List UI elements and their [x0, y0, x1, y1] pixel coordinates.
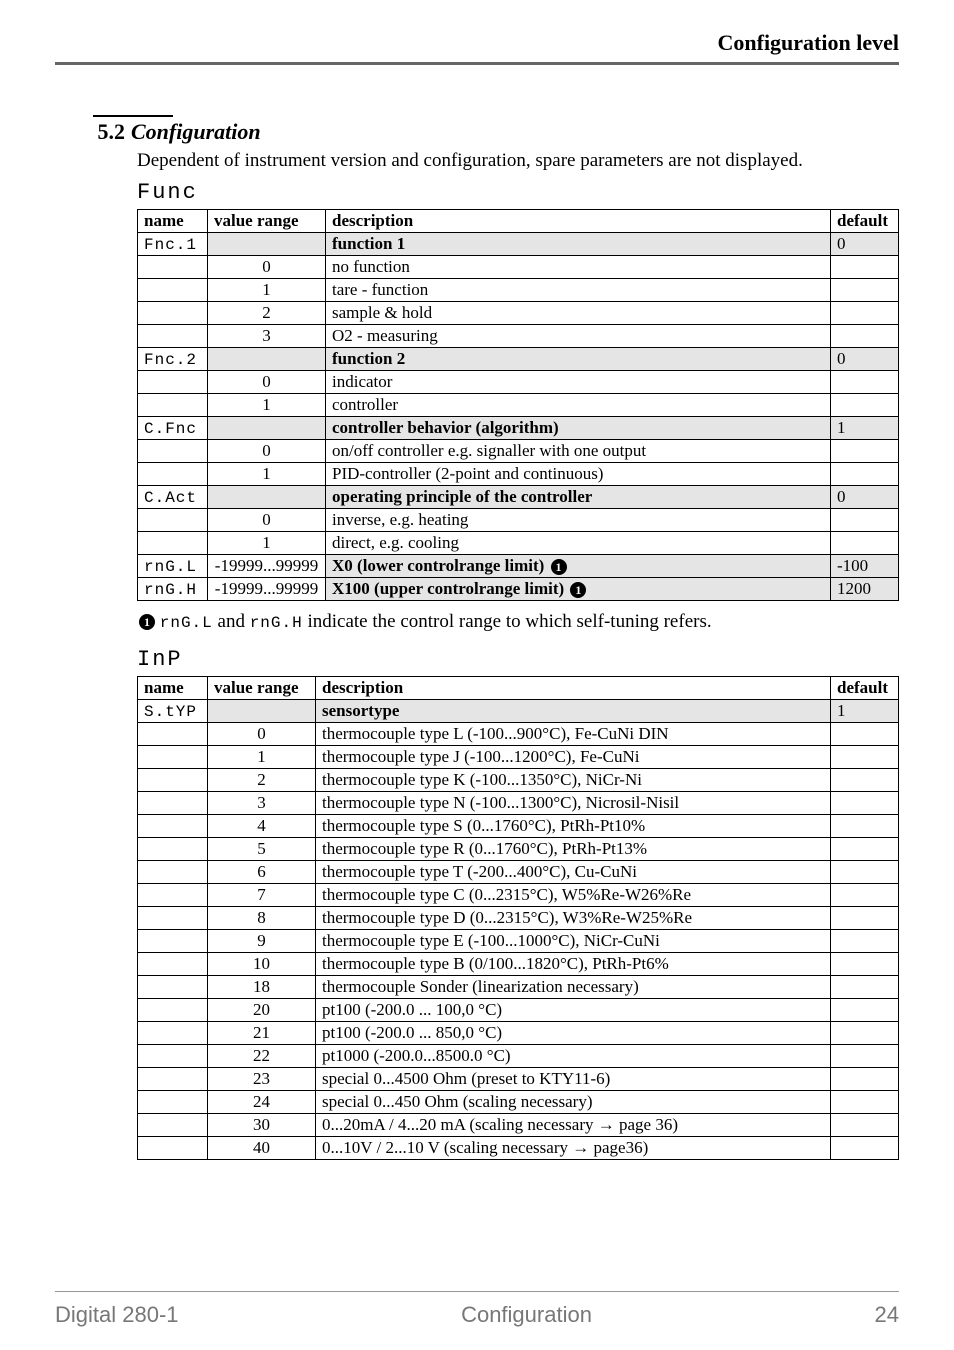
section-lead: Dependent of instrument version and conf…: [137, 149, 899, 174]
table-row: 300...20mA / 4...20 mA (scaling necessar…: [138, 1113, 899, 1136]
badge-icon: 1: [570, 582, 586, 598]
single-row: rnG.L-19999...99999X0 (lower controlrang…: [138, 554, 899, 577]
table-row: 21pt100 (-200.0 ... 850,0 °C): [138, 1021, 899, 1044]
table-row: 4thermocouple type S (0...1760°C), PtRh-…: [138, 814, 899, 837]
inp-label: InP: [137, 647, 899, 672]
table-row: 2thermocouple type K (-100...1350°C), Ni…: [138, 768, 899, 791]
table-row: 9thermocouple type E (-100...1000°C), Ni…: [138, 929, 899, 952]
table-row: 1PID-controller (2-point and continuous): [138, 462, 899, 485]
group-title-row: C.Actoperating principle of the controll…: [138, 485, 899, 508]
single-row: rnG.H-19999...99999X100 (upper controlra…: [138, 577, 899, 600]
table-row: 18thermocouple Sonder (linearization nec…: [138, 975, 899, 998]
table-row: 0thermocouple type L (-100...900°C), Fe-…: [138, 722, 899, 745]
group-title-row: Fnc.2function 20: [138, 347, 899, 370]
table-header-row: namevalue rangedescriptiondefault: [138, 676, 899, 699]
footer-center: Configuration: [461, 1302, 592, 1328]
func-label: Func: [137, 180, 899, 205]
table-row: 24special 0...450 Ohm (scaling necessary…: [138, 1090, 899, 1113]
table-row: 2sample & hold: [138, 301, 899, 324]
group-title-row: C.Fnccontroller behavior (algorithm)1: [138, 416, 899, 439]
table-row: 0no function: [138, 255, 899, 278]
badge-icon: 1: [551, 559, 567, 575]
table-row: 1tare - function: [138, 278, 899, 301]
table-row: 6thermocouple type T (-200...400°C), Cu-…: [138, 860, 899, 883]
func-table: namevalue rangedescriptiondefaultFnc.1fu…: [137, 209, 899, 601]
table-row: 22pt1000 (-200.0...8500.0 °C): [138, 1044, 899, 1067]
table-row: 20pt100 (-200.0 ... 100,0 °C): [138, 998, 899, 1021]
page-footer: Digital 280-1 Configuration 24: [55, 1291, 899, 1328]
table-row: 400...10V / 2...10 V (scaling necessary …: [138, 1136, 899, 1159]
note-tail: indicate the control range to which self…: [303, 611, 712, 632]
table-row: 3thermocouple type N (-100...1300°C), Ni…: [138, 791, 899, 814]
table-row: 5thermocouple type R (0...1760°C), PtRh-…: [138, 837, 899, 860]
section-rule: [93, 115, 173, 117]
table-row: 8thermocouple type D (0...2315°C), W3%Re…: [138, 906, 899, 929]
note-line: 1 rnG.L and rnG.H indicate the control r…: [137, 611, 899, 633]
table-row: 7thermocouple type C (0...2315°C), W5%Re…: [138, 883, 899, 906]
table-header-row: namevalue rangedescriptiondefault: [138, 209, 899, 232]
table-row: 10thermocouple type B (0/100...1820°C), …: [138, 952, 899, 975]
group-title-row: S.tYPsensortype1: [138, 699, 899, 722]
table-row: 0on/off controller e.g. signaller with o…: [138, 439, 899, 462]
page-header: Configuration level: [55, 30, 899, 65]
section-number: 5.2: [55, 119, 131, 145]
table-row: 1thermocouple type J (-100...1200°C), Fe…: [138, 745, 899, 768]
group-title-row: Fnc.1function 10: [138, 232, 899, 255]
footer-left: Digital 280-1: [55, 1302, 179, 1328]
note-badge-icon: 1: [139, 614, 155, 630]
inp-table: namevalue rangedescriptiondefaultS.tYPse…: [137, 676, 899, 1160]
table-row: 23special 0...4500 Ohm (preset to KTY11-…: [138, 1067, 899, 1090]
note-seg2: rnG.H: [250, 614, 303, 632]
note-mid: and: [213, 611, 250, 632]
table-row: 0inverse, e.g. heating: [138, 508, 899, 531]
table-row: 3O2 - measuring: [138, 324, 899, 347]
table-row: 1controller: [138, 393, 899, 416]
table-row: 1direct, e.g. cooling: [138, 531, 899, 554]
note-seg1: rnG.L: [160, 614, 213, 632]
footer-right: 24: [875, 1302, 899, 1328]
section-title: Configuration: [131, 119, 261, 145]
table-row: 0indicator: [138, 370, 899, 393]
